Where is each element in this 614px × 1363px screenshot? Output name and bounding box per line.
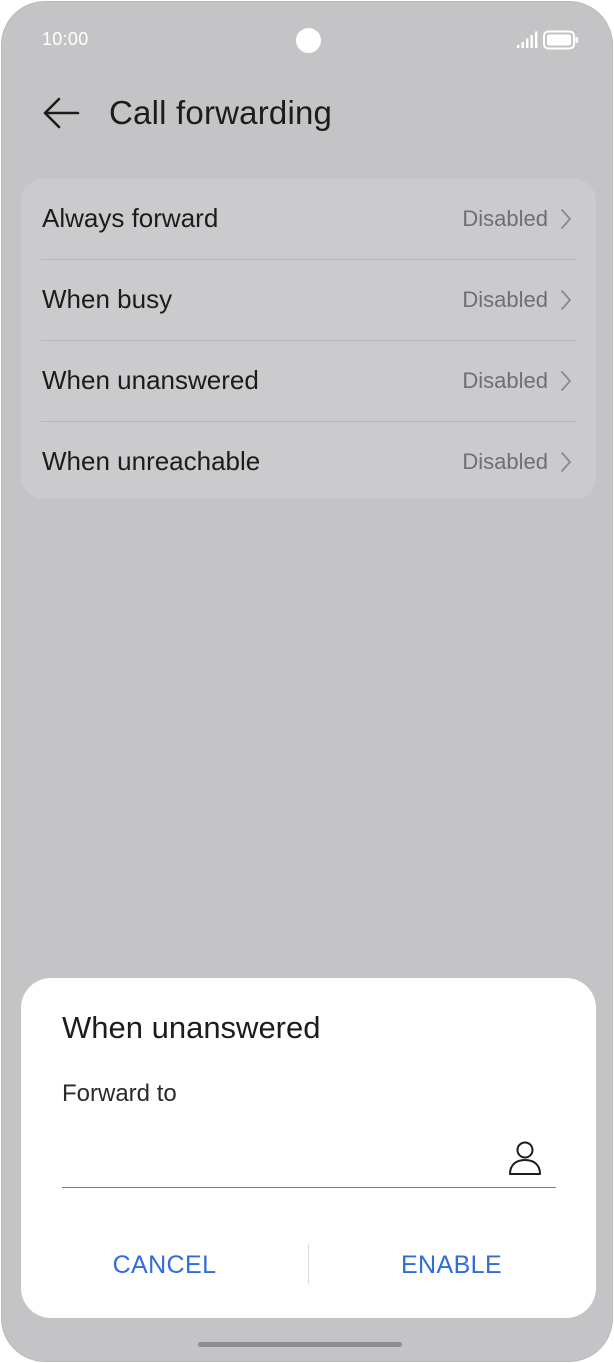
cancel-button[interactable]: CANCEL bbox=[21, 1240, 308, 1290]
forward-dialog: When unanswered Forward to CANCEL ENABLE bbox=[21, 978, 596, 1318]
front-camera bbox=[296, 28, 321, 53]
battery-full-icon bbox=[543, 30, 578, 50]
option-label: When busy bbox=[42, 284, 173, 314]
option-label: When unreachable bbox=[42, 446, 261, 476]
chevron-right-icon bbox=[561, 290, 571, 310]
arrow-left-icon[interactable] bbox=[38, 93, 84, 133]
phone-screen: 10:00 Call forwarding Always forward Dis… bbox=[1, 1, 613, 1362]
option-status: Disabled bbox=[462, 287, 548, 312]
forward-number-input[interactable] bbox=[62, 1126, 502, 1166]
option-when-busy[interactable]: When busy Disabled bbox=[41, 259, 576, 340]
option-when-unreachable[interactable]: When unreachable Disabled bbox=[41, 421, 576, 502]
input-underline bbox=[62, 1187, 556, 1188]
dialog-title: When unanswered bbox=[62, 1010, 321, 1045]
enable-button[interactable]: ENABLE bbox=[308, 1240, 595, 1290]
person-icon[interactable] bbox=[507, 1139, 543, 1177]
option-when-unanswered[interactable]: When unanswered Disabled bbox=[41, 340, 576, 421]
page-title: Call forwarding bbox=[109, 94, 333, 131]
option-status: Disabled bbox=[462, 449, 548, 474]
option-status: Disabled bbox=[462, 206, 548, 231]
option-label: When unanswered bbox=[42, 365, 259, 395]
chevron-right-icon bbox=[561, 371, 571, 391]
option-status: Disabled bbox=[462, 368, 548, 393]
home-indicator[interactable] bbox=[198, 1342, 402, 1347]
status-bar: 10:00 bbox=[2, 2, 612, 72]
forwarding-options-list: Always forward Disabled When busy Disabl… bbox=[21, 179, 596, 499]
status-time: 10:00 bbox=[42, 29, 89, 49]
signal-bars-icon bbox=[517, 31, 538, 48]
chevron-right-icon bbox=[561, 209, 571, 229]
chevron-right-icon bbox=[561, 452, 571, 472]
dialog-actions: CANCEL ENABLE bbox=[21, 1240, 596, 1290]
option-label: Always forward bbox=[42, 203, 219, 233]
forward-to-label: Forward to bbox=[62, 1080, 177, 1107]
app-header: Call forwarding bbox=[2, 80, 612, 150]
option-always-forward[interactable]: Always forward Disabled bbox=[41, 179, 576, 259]
